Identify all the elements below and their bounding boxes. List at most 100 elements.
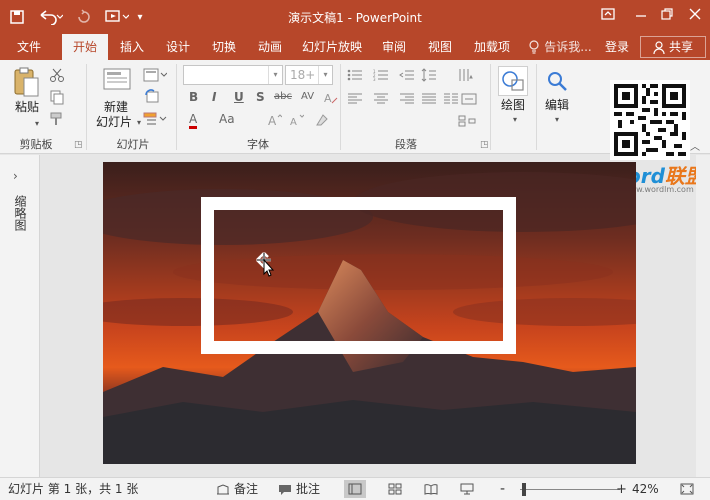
tab-home[interactable]: 开始 xyxy=(62,34,108,60)
new-slide-label-1: 新建 xyxy=(103,100,128,114)
thumbnail-pane[interactable]: › 缩略图 xyxy=(0,155,40,477)
drawing-dropdown-icon[interactable]: ▾ xyxy=(510,114,520,124)
zoom-slider-track[interactable] xyxy=(520,489,620,490)
zoom-level[interactable]: 42% xyxy=(632,478,659,500)
smartart-icon[interactable] xyxy=(456,114,478,128)
tab-transitions[interactable]: 切换 xyxy=(202,34,246,60)
clipboard-group-label: 剪贴板 xyxy=(19,138,53,151)
align-text-icon[interactable] xyxy=(460,92,478,106)
slide-sorter-icon[interactable] xyxy=(384,480,406,498)
comment-icon xyxy=(279,484,291,495)
zoom-slider-thumb[interactable] xyxy=(522,483,526,496)
lightbulb-icon xyxy=(529,40,539,54)
normal-view-icon[interactable] xyxy=(344,480,366,498)
editing-label[interactable]: 编辑 xyxy=(538,98,576,112)
decrease-font-icon[interactable]: A xyxy=(289,112,305,128)
character-spacing-button[interactable]: AV xyxy=(301,91,314,102)
tell-me-label: 告诉我... xyxy=(544,40,592,54)
share-label: 共享 xyxy=(668,40,693,54)
thumbnails-label: 缩略图 xyxy=(13,195,27,231)
tab-view[interactable]: 视图 xyxy=(418,34,462,60)
font-name-input[interactable]: ▾ xyxy=(183,65,283,85)
clipboard-launcher-icon[interactable]: ◳ xyxy=(74,140,83,150)
bold-button[interactable]: B xyxy=(189,90,198,104)
numbering-icon[interactable]: 123 xyxy=(372,68,390,82)
search-icon[interactable] xyxy=(542,66,572,96)
svg-text:A: A xyxy=(324,92,332,105)
tab-design[interactable]: 设计 xyxy=(156,34,200,60)
comments-button[interactable]: 批注 xyxy=(278,478,320,500)
clear-format-icon[interactable]: A xyxy=(323,90,339,106)
tab-review[interactable]: 审阅 xyxy=(372,34,416,60)
user-icon xyxy=(653,40,665,54)
notes-button[interactable]: 备注 xyxy=(216,478,258,500)
tab-insert[interactable]: 插入 xyxy=(110,34,154,60)
separator xyxy=(86,64,87,150)
notes-label: 备注 xyxy=(234,482,259,496)
shadow-button[interactable]: S xyxy=(256,90,265,104)
bullets-icon[interactable] xyxy=(346,68,364,82)
font-size-input[interactable]: 18+ ▾ xyxy=(285,65,333,85)
minimize-icon[interactable] xyxy=(630,6,652,28)
copy-icon[interactable] xyxy=(48,88,66,106)
share-button[interactable]: 共享 xyxy=(640,36,706,58)
change-case-button[interactable]: Aa xyxy=(219,112,235,126)
collapse-ribbon-icon[interactable]: ︿ xyxy=(688,138,702,153)
slide-counter: 幻灯片 第 1 张，共 1 张 xyxy=(8,482,139,496)
ribbon-tab-bar: 文件 开始 插入 设计 切换 动画 幻灯片放映 审阅 视图 加载项 告诉我...… xyxy=(0,34,710,60)
text-direction-icon[interactable] xyxy=(456,68,474,82)
increase-font-icon[interactable]: A xyxy=(267,112,283,128)
new-slide-label-2: 幻灯片 xyxy=(95,115,132,129)
slideshow-view-icon[interactable] xyxy=(456,480,478,498)
align-left-icon[interactable] xyxy=(346,92,364,106)
paste-label: 粘贴 xyxy=(14,100,39,114)
editing-dropdown-icon[interactable]: ▾ xyxy=(552,114,562,124)
underline-button[interactable]: U xyxy=(234,90,244,104)
tab-slideshow[interactable]: 幻灯片放映 xyxy=(294,34,370,60)
tell-me-box[interactable]: 告诉我... xyxy=(524,34,596,60)
svg-text:3: 3 xyxy=(373,77,376,81)
new-slide-icon[interactable] xyxy=(102,66,132,94)
paragraph-launcher-icon[interactable]: ◳ xyxy=(480,140,489,150)
reading-view-icon[interactable] xyxy=(420,480,442,498)
section-icon[interactable] xyxy=(142,110,168,128)
font-size-placeholder: 18+ xyxy=(290,68,316,82)
format-painter-icon[interactable] xyxy=(48,110,66,128)
svg-text:A: A xyxy=(290,117,297,127)
font-color-button[interactable]: A xyxy=(189,112,198,129)
drawing-shapes-icon[interactable] xyxy=(498,66,528,96)
paste-icon[interactable] xyxy=(12,66,40,98)
ribbon-display-icon[interactable] xyxy=(597,6,619,28)
italic-button[interactable]: I xyxy=(212,90,216,104)
reset-icon[interactable] xyxy=(142,88,162,106)
expand-thumbnails-icon[interactable]: › xyxy=(13,169,18,183)
fit-to-window-icon[interactable] xyxy=(676,480,698,498)
tab-file[interactable]: 文件 xyxy=(6,34,52,60)
paste-dropdown-icon[interactable]: ▾ xyxy=(32,118,42,128)
close-icon[interactable] xyxy=(684,6,706,28)
paragraph-group-label: 段落 xyxy=(395,138,417,151)
decrease-indent-icon[interactable] xyxy=(398,68,416,82)
separator xyxy=(536,64,537,150)
font-group-label: 字体 xyxy=(247,138,269,151)
separator xyxy=(176,64,177,150)
strikethrough-button[interactable]: abc xyxy=(274,91,292,102)
frame-shape[interactable] xyxy=(201,197,516,354)
zoom-in-button[interactable]: + xyxy=(616,478,627,500)
line-spacing-icon[interactable] xyxy=(420,68,438,82)
drawing-label[interactable]: 绘图 xyxy=(494,98,532,112)
zoom-out-button[interactable]: - xyxy=(500,478,505,500)
vertical-scrollbar[interactable] xyxy=(696,155,710,477)
align-right-icon[interactable] xyxy=(398,92,416,106)
justify-icon[interactable] xyxy=(420,92,438,106)
align-center-icon[interactable] xyxy=(372,92,390,106)
columns-icon[interactable] xyxy=(442,92,460,106)
cut-icon[interactable] xyxy=(48,66,66,84)
layout-icon[interactable] xyxy=(142,66,168,84)
highlight-icon[interactable] xyxy=(313,112,331,128)
tab-animations[interactable]: 动画 xyxy=(248,34,292,60)
sign-in-link[interactable]: 登录 xyxy=(600,34,634,60)
restore-icon[interactable] xyxy=(656,6,678,28)
move-cursor-icon xyxy=(256,252,276,278)
tab-addins[interactable]: 加载项 xyxy=(464,34,520,60)
